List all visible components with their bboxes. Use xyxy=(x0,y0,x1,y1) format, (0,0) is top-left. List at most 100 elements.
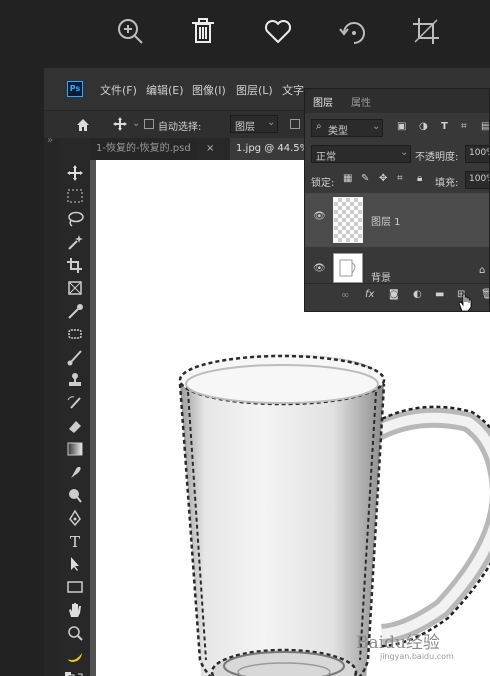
zoom-tool-icon[interactable] xyxy=(65,624,85,642)
pixel-filter-icon[interactable]: ▣ xyxy=(397,121,406,132)
group-folder-icon[interactable]: ▬ xyxy=(435,289,444,300)
hand-tool-icon[interactable] xyxy=(65,601,85,619)
collapse-icon[interactable]: » xyxy=(47,135,53,146)
adjustment-filter-icon[interactable]: ◑ xyxy=(419,121,428,132)
layer-row-background[interactable]: 👁︎ 背景 ⌂ xyxy=(305,249,489,284)
swap-colors-icon[interactable] xyxy=(64,666,84,676)
smudge-tool-icon[interactable] xyxy=(65,463,85,481)
layers-panel: 图层 属性 ⌕ 类型 ⌄ ▣ ◑ T ⌗ ▤ 正常 ⌄ 不透明度: 100% 锁… xyxy=(304,88,490,312)
baidu-watermark: Baidu经验 xyxy=(356,633,440,653)
lock-all-icon[interactable]: 🔒︎ xyxy=(417,173,422,184)
menu-file[interactable]: 文件(F) xyxy=(100,82,137,98)
blend-mode-dropdown[interactable]: 正常 ⌄ xyxy=(311,145,411,163)
lock-pixels-icon[interactable]: ✎ xyxy=(361,173,369,184)
opacity-label: 不透明度: xyxy=(415,152,459,163)
rotate-icon[interactable] xyxy=(336,14,370,48)
lock-label: 锁定: xyxy=(311,178,335,189)
filter-dropdown[interactable]: ⌕ 类型 ⌄ xyxy=(311,119,383,137)
background-name[interactable]: 背景 xyxy=(371,269,391,284)
chevron-down-icon: ⌄ xyxy=(400,147,409,158)
transform-controls-checkbox[interactable] xyxy=(290,119,300,129)
fill-label: 填充: xyxy=(435,178,459,189)
menu-image[interactable]: 图像(I) xyxy=(192,82,226,98)
layers-footer: ∞ fx ◙ ◐ ▬ ⊞ 🗑︎ xyxy=(305,283,489,311)
home-icon[interactable] xyxy=(75,117,91,136)
hand-cursor-icon xyxy=(457,292,473,311)
fill-value: 100% xyxy=(469,174,489,184)
shape-filter-icon[interactable]: ⌗ xyxy=(461,121,467,132)
menu-layer[interactable]: 图层(L) xyxy=(236,82,273,98)
link-layers-icon[interactable]: ∞ xyxy=(341,290,349,301)
move-tool-icon[interactable] xyxy=(112,116,128,136)
opacity-input[interactable]: 100% xyxy=(465,145,489,163)
layer1-name[interactable]: 图层 1 xyxy=(371,213,401,228)
layer-row-layer1[interactable]: 👁︎ 图层 1 xyxy=(305,193,489,247)
chevron-down-icon: ⌄ xyxy=(372,121,381,132)
fill-input[interactable]: 100% xyxy=(465,171,489,189)
panel-tab-bar: 图层 属性 xyxy=(305,89,489,113)
eye-icon[interactable]: 👁︎ xyxy=(313,211,326,222)
eraser-tool-icon[interactable] xyxy=(65,417,85,435)
move-tool-icon[interactable] xyxy=(65,164,85,182)
delete-icon[interactable] xyxy=(186,14,220,48)
auto-select-label: 自动选择: xyxy=(158,122,202,133)
tab-jpg-label: 1.jpg @ 44.5% xyxy=(236,143,310,154)
type-tool-icon[interactable]: T xyxy=(65,532,85,551)
add-mask-icon[interactable]: ◙ xyxy=(389,289,399,300)
lock-artboard-icon[interactable]: ⌗ xyxy=(397,173,403,184)
crop-tool-icon[interactable] xyxy=(65,256,85,274)
brush-tool-icon[interactable] xyxy=(65,348,85,366)
auto-select-checkbox[interactable] xyxy=(144,119,154,129)
lock-transparency-icon[interactable]: ▦ xyxy=(343,173,352,184)
svg-text:T: T xyxy=(70,533,80,550)
heart-icon[interactable] xyxy=(261,14,295,48)
blend-row: 正常 ⌄ 不透明度: 100% xyxy=(305,145,489,165)
filter-value: 类型 xyxy=(328,126,348,137)
tab-properties[interactable]: 属性 xyxy=(351,94,371,109)
auto-select-dropdown[interactable]: 图层 ⌄ xyxy=(230,115,278,133)
auto-select-value: 图层 xyxy=(235,122,255,133)
lock-icon: ⌂ xyxy=(479,265,486,276)
fx-button[interactable]: fx xyxy=(365,289,374,300)
adjustment-layer-icon[interactable]: ◐ xyxy=(413,289,422,300)
filter-row: ⌕ 类型 ⌄ ▣ ◑ T ⌗ ▤ xyxy=(305,119,489,139)
chevron-down-icon[interactable]: ⌄ xyxy=(132,118,140,129)
tab-layers[interactable]: 图层 xyxy=(313,94,333,109)
mug-thumbnail-icon xyxy=(339,259,356,277)
delete-layer-icon[interactable]: 🗑︎ xyxy=(481,289,489,300)
path-selection-tool-icon[interactable] xyxy=(65,555,85,573)
photoshop-logo: Ps xyxy=(67,81,83,97)
eyedropper-tool-icon[interactable] xyxy=(65,302,85,320)
tools-panel: T xyxy=(60,160,90,676)
layer1-thumbnail xyxy=(333,197,363,243)
lock-position-icon[interactable]: ✥ xyxy=(379,173,387,184)
menu-edit[interactable]: 编辑(E) xyxy=(146,82,184,98)
history-brush-tool-icon[interactable] xyxy=(65,394,85,412)
opacity-value: 100% xyxy=(469,148,489,158)
gradient-tool-icon[interactable] xyxy=(65,440,85,458)
crop-icon[interactable] xyxy=(409,14,443,48)
pen-tool-icon[interactable] xyxy=(65,509,85,527)
zoom-in-icon[interactable] xyxy=(113,14,147,48)
magic-wand-tool-icon[interactable] xyxy=(65,233,85,251)
stamp-tool-icon[interactable] xyxy=(65,371,85,389)
tab-psd-document[interactable]: 1-恢复的-恢复的.psd xyxy=(90,138,197,160)
rectangle-tool-icon[interactable] xyxy=(65,578,85,596)
type-filter-icon[interactable]: T xyxy=(441,121,448,132)
viewer-toolbar xyxy=(0,0,490,64)
chevron-down-icon: ⌄ xyxy=(267,117,276,128)
dodge-tool-icon[interactable] xyxy=(65,486,85,504)
search-icon: ⌕ xyxy=(316,121,322,132)
menu-text[interactable]: 文字 xyxy=(282,82,304,98)
lasso-tool-icon[interactable] xyxy=(65,210,85,228)
marquee-tool-icon[interactable] xyxy=(65,187,85,205)
eye-icon[interactable]: 👁︎ xyxy=(313,263,326,274)
close-tab-icon[interactable]: × xyxy=(206,143,214,154)
frame-tool-icon[interactable] xyxy=(65,279,85,297)
background-thumbnail xyxy=(333,253,363,283)
banana-tool-icon[interactable] xyxy=(65,647,85,665)
baidu-watermark-url: jingyan.baidu.com xyxy=(380,652,454,661)
smart-object-filter-icon[interactable]: ▤ xyxy=(481,121,489,132)
toolbar-grip: » xyxy=(44,135,60,676)
healing-brush-tool-icon[interactable] xyxy=(65,325,85,343)
